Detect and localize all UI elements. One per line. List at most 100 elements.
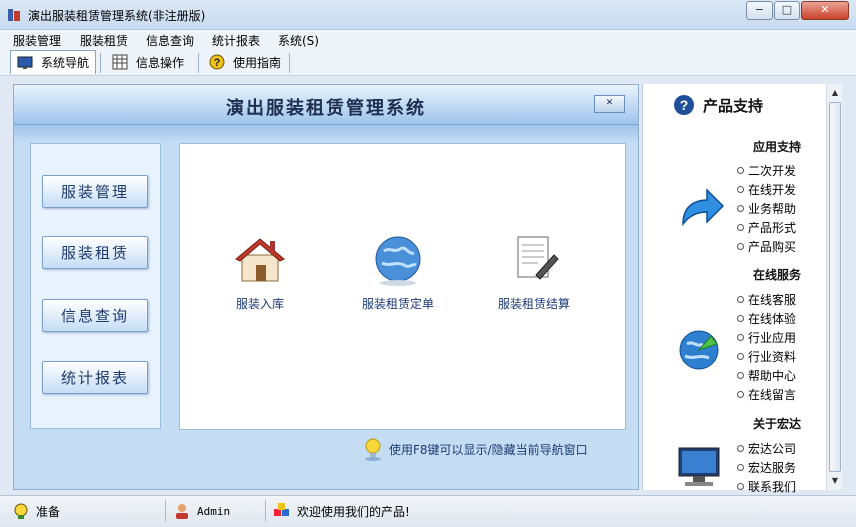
link-business-help[interactable]: 业务帮助	[737, 199, 796, 218]
status-welcome-text: 欢迎使用我们的产品!	[297, 504, 410, 519]
section-title-app-support: 应用支持	[753, 140, 802, 154]
section-title-about: 关于宏达	[753, 417, 802, 431]
link-online-message[interactable]: 在线留言	[737, 385, 796, 404]
menu-clothing-management[interactable]: 服装管理	[13, 32, 61, 49]
bullet-icon	[737, 445, 744, 452]
app-icon	[8, 9, 20, 21]
close-button[interactable]: ✕	[801, 1, 849, 20]
link-contact-us[interactable]: 联系我们	[737, 477, 796, 496]
tile-clothing-inbound[interactable]: 服装入库	[200, 233, 320, 312]
link-online-dev[interactable]: 在线开发	[737, 180, 796, 199]
menu-statistics[interactable]: 统计报表	[212, 32, 260, 49]
scroll-down-icon[interactable]: ▼	[829, 474, 841, 488]
status-ready-text: 准备	[36, 504, 61, 519]
link-company-service[interactable]: 宏达服务	[737, 458, 796, 477]
svg-text:?: ?	[680, 97, 689, 113]
help-icon: ?	[209, 54, 225, 70]
toolbar-divider	[289, 53, 290, 73]
bullet-icon	[737, 224, 744, 231]
bullet-icon	[737, 372, 744, 379]
support-heading: ? 产品支持	[673, 94, 763, 116]
link-online-trial[interactable]: 在线体验	[737, 309, 796, 328]
globe-icon	[375, 236, 421, 286]
tab-label: 信息操作	[136, 55, 185, 70]
bullet-icon	[737, 243, 744, 250]
tile-label: 服装入库	[235, 297, 284, 311]
bullet-icon	[737, 186, 744, 193]
menu-info-query[interactable]: 信息查询	[146, 32, 194, 49]
link-online-support[interactable]: 在线客服	[737, 290, 796, 309]
cubes-icon	[274, 503, 289, 516]
support-heading-text: 产品支持	[703, 96, 764, 115]
link-product-purchase[interactable]: 产品购买	[737, 237, 796, 256]
tab-label: 系统导航	[41, 56, 90, 70]
bullet-icon	[737, 353, 744, 360]
links-app-support: 二次开发 在线开发 业务帮助 产品形式 产品购买	[737, 161, 796, 256]
bullet-icon	[737, 296, 744, 303]
house-icon	[235, 238, 285, 282]
link-industry-docs[interactable]: 行业资料	[737, 347, 796, 366]
nav-clothing-management-button[interactable]: 服装管理	[42, 175, 148, 208]
status-user-text: Admin	[197, 504, 231, 518]
maximize-button[interactable]: □	[774, 1, 800, 20]
status-welcome: 欢迎使用我们的产品!	[273, 502, 410, 520]
section-title-online-service: 在线服务	[753, 268, 802, 282]
left-nav-panel: 服装管理 服装租赁 信息查询 统计报表	[30, 143, 161, 429]
minimize-button[interactable]: −	[746, 1, 773, 20]
bullet-icon	[737, 464, 744, 471]
svg-text:?: ?	[214, 57, 221, 69]
links-online-service: 在线客服 在线体验 行业应用 行业资料 帮助中心 在线留言	[737, 290, 796, 404]
tab-label: 使用指南	[233, 55, 282, 70]
link-product-form[interactable]: 产品形式	[737, 218, 796, 237]
status-divider	[265, 500, 266, 522]
document-pen-icon	[517, 236, 559, 280]
menu-system[interactable]: 系统(S)	[278, 32, 319, 49]
tile-label: 服装租赁结算	[497, 297, 570, 311]
nav-info-query-button[interactable]: 信息查询	[42, 299, 148, 332]
status-ready: 准备	[12, 502, 60, 520]
tip-text: 使用F8键可以显示/隐藏当前导航窗口	[389, 442, 588, 457]
link-help-center[interactable]: 帮助中心	[737, 366, 796, 385]
nav-clothing-rental-button[interactable]: 服装租赁	[42, 236, 148, 269]
user-icon	[176, 504, 188, 519]
menu-bar: 服装管理 服装租赁 信息查询 统计报表 系统(S)	[0, 30, 856, 49]
lightbulb-icon	[14, 503, 28, 519]
tile-label: 服装租赁定单	[361, 297, 434, 311]
side-scrollbar[interactable]: ▲ ▼	[826, 84, 842, 490]
lightbulb-icon	[365, 438, 381, 461]
window-title: 演出服装租赁管理系统(非注册版)	[28, 9, 206, 23]
bullet-icon	[737, 167, 744, 174]
bullet-icon	[737, 334, 744, 341]
bullet-icon	[737, 205, 744, 212]
arrow-icon	[682, 188, 725, 227]
scroll-thumb[interactable]	[829, 102, 841, 472]
globe-arrow-icon	[679, 330, 719, 370]
tab-info-operation[interactable]: 信息操作	[106, 50, 190, 74]
status-user: Admin	[173, 502, 230, 520]
links-about: 宏达公司 宏达服务 联系我们	[737, 439, 796, 496]
title-bar: 演出服装租赁管理系统(非注册版) − □ ✕	[0, 0, 856, 30]
navigation-header: 演出服装租赁管理系统 ✕	[14, 85, 638, 125]
link-industry-app[interactable]: 行业应用	[737, 328, 796, 347]
monitor-icon	[678, 447, 720, 486]
bullet-icon	[737, 483, 744, 490]
shortcut-tip: 使用F8键可以显示/隐藏当前导航窗口	[363, 435, 633, 463]
link-company[interactable]: 宏达公司	[737, 439, 796, 458]
monitor-icon	[17, 56, 33, 69]
toolbar-divider	[198, 53, 199, 73]
status-divider	[165, 500, 166, 522]
function-panel: 服装入库 服装租赁定单 服装租赁结算	[179, 143, 626, 430]
bullet-icon	[737, 315, 744, 322]
nav-statistics-button[interactable]: 统计报表	[42, 361, 148, 394]
toolbar-divider	[100, 53, 101, 73]
bullet-icon	[737, 391, 744, 398]
tile-rental-settlement[interactable]: 服装租赁结算	[474, 233, 594, 312]
link-secondary-dev[interactable]: 二次开发	[737, 161, 796, 180]
tab-user-guide[interactable]: ? 使用指南	[203, 50, 287, 74]
navigation-close-button[interactable]: ✕	[594, 95, 625, 113]
grid-icon	[112, 54, 128, 70]
menu-clothing-rental[interactable]: 服装租赁	[80, 32, 128, 49]
tile-rental-order[interactable]: 服装租赁定单	[338, 233, 458, 312]
scroll-up-icon[interactable]: ▲	[829, 86, 841, 100]
tab-system-navigation[interactable]: 系统导航	[10, 50, 97, 74]
